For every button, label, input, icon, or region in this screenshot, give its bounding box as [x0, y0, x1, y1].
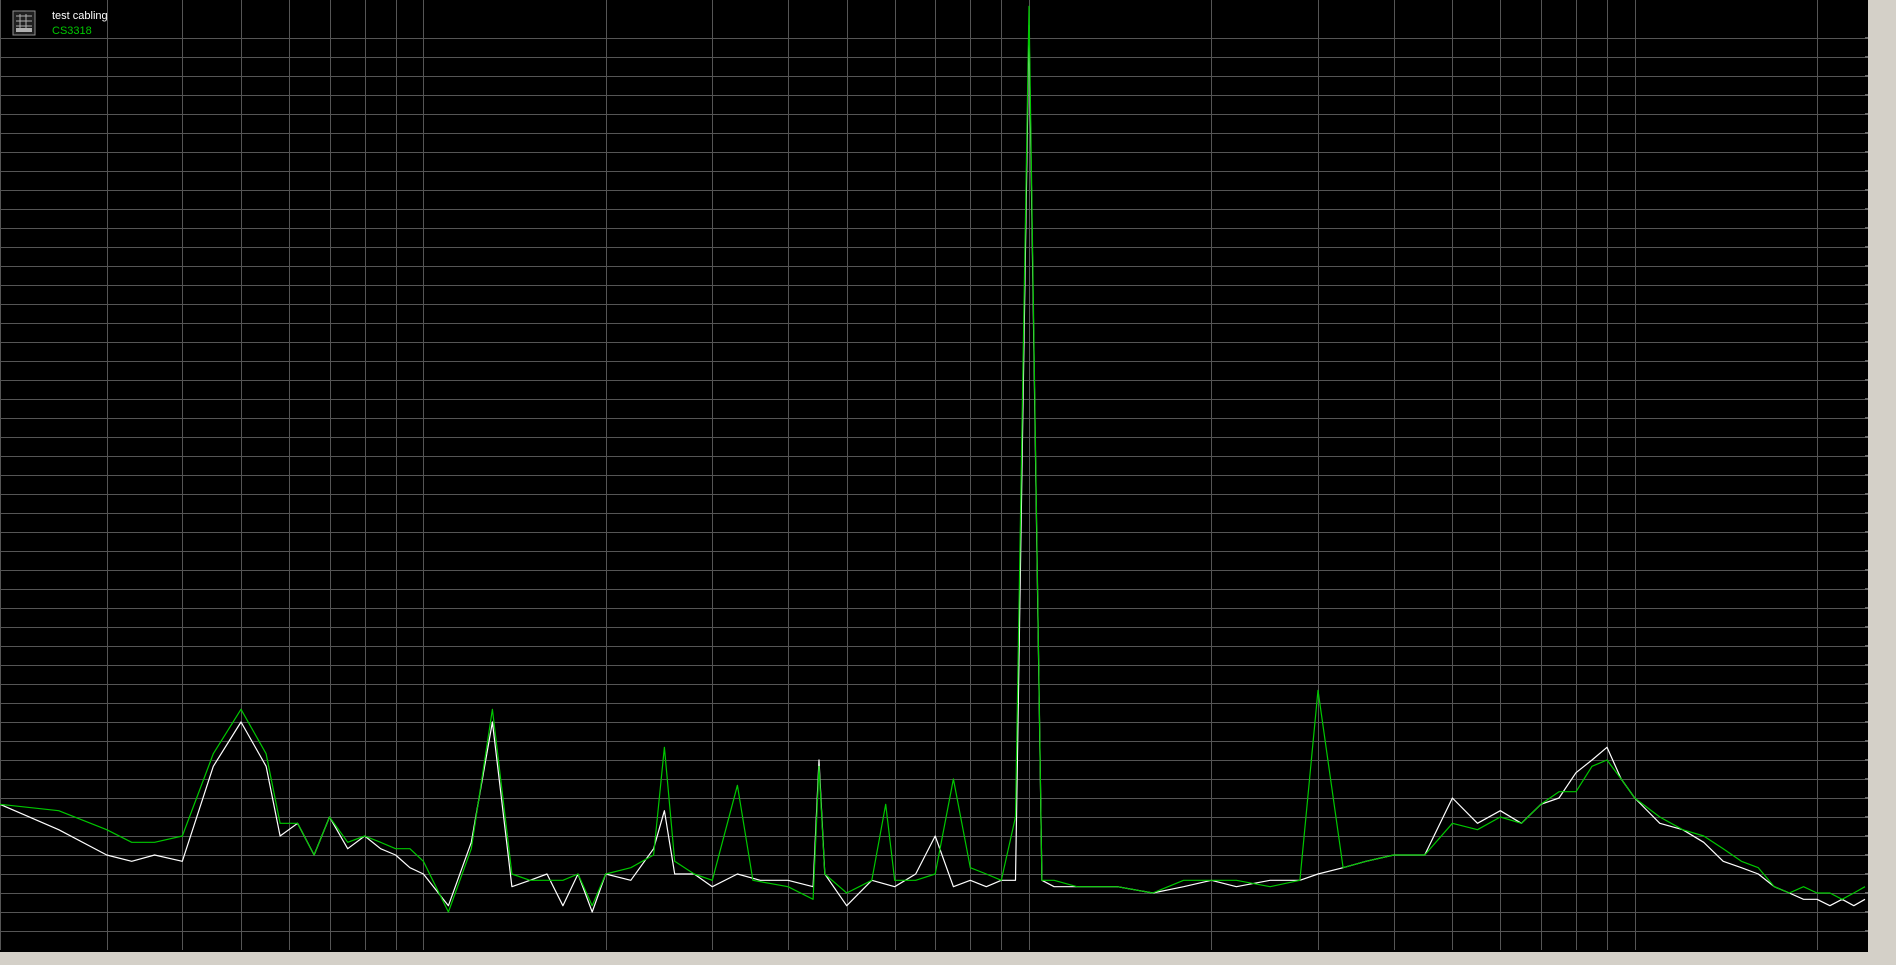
bottom-axis-strip — [0, 952, 1896, 965]
right-axis-strip — [1868, 0, 1896, 965]
legend-series-1: test cabling — [52, 10, 108, 22]
graph-icon — [12, 10, 36, 36]
legend-series-2: CS3318 — [52, 25, 92, 37]
spectrum-chart: -6-9-12-15-18-21-24-27-30-33-36-39-42-45… — [0, 0, 1895, 965]
